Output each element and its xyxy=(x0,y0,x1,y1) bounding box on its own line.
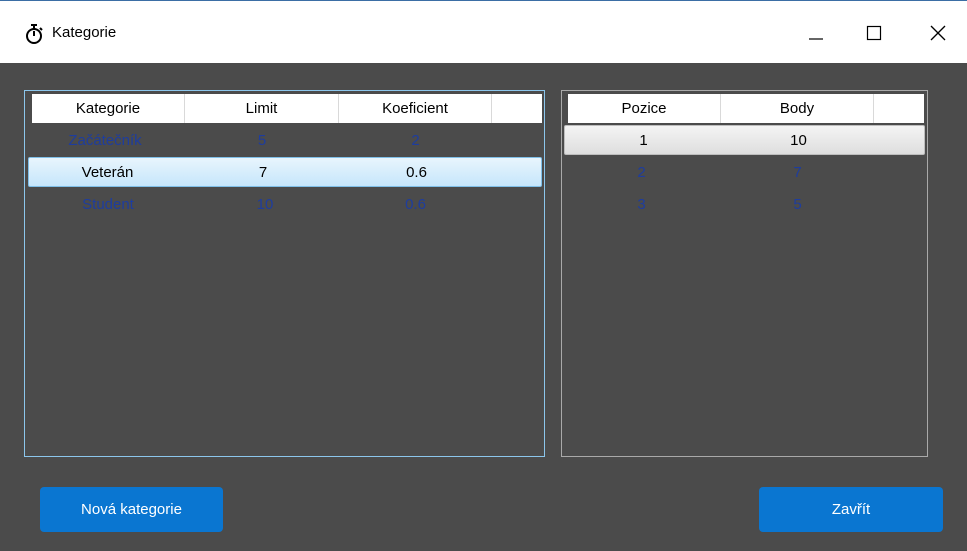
column-header-filler xyxy=(874,94,924,123)
close-icon xyxy=(930,25,946,41)
cell-limit: 5 xyxy=(257,132,267,149)
categories-header: Kategorie Limit Koeficient xyxy=(32,94,542,123)
categories-grid[interactable]: Kategorie Limit Koeficient Začátečník 5 … xyxy=(24,90,545,457)
cell-pozice: 3 xyxy=(637,196,646,213)
title-bar[interactable]: Kategorie xyxy=(0,0,967,63)
table-row-selected[interactable]: 1 10 xyxy=(564,125,925,155)
cell-body: 7 xyxy=(793,164,802,181)
cell-kategorie: Student xyxy=(82,196,134,213)
cell-kategorie: Začátečník xyxy=(68,132,142,149)
cell-kategorie: Veterán xyxy=(81,164,134,181)
column-header-koeficient[interactable]: Koeficient xyxy=(339,94,492,123)
cell-limit: 10 xyxy=(256,196,274,213)
cell-koeficient: 0.6 xyxy=(406,164,427,181)
table-row[interactable]: Začátečník 5 2 xyxy=(25,126,542,156)
column-header-filler xyxy=(492,94,542,123)
close-window-button[interactable] xyxy=(916,13,962,53)
column-header-body[interactable]: Body xyxy=(721,94,874,123)
maximize-button[interactable] xyxy=(852,13,898,53)
minimize-icon xyxy=(809,38,823,40)
new-category-button[interactable]: Nová kategorie xyxy=(40,487,223,532)
column-header-pozice[interactable]: Pozice xyxy=(568,94,721,123)
column-header-kategorie[interactable]: Kategorie xyxy=(32,94,185,123)
close-button[interactable]: Zavřít xyxy=(759,487,943,532)
cell-body: 10 xyxy=(790,132,807,149)
maximize-icon xyxy=(866,25,882,41)
table-row[interactable]: 2 7 xyxy=(562,158,925,188)
points-grid[interactable]: Pozice Body 1 10 2 7 3 5 xyxy=(561,90,928,457)
cell-koeficient: 0.6 xyxy=(405,196,426,213)
stopwatch-icon xyxy=(23,23,45,45)
cell-koeficient: 2 xyxy=(411,132,420,149)
window-title: Kategorie xyxy=(52,24,117,41)
category-window: Kategorie Kategorie Limit Koeficient Zač… xyxy=(0,0,967,551)
cell-limit: 7 xyxy=(258,164,268,181)
table-row-selected[interactable]: Veterán 7 0.6 xyxy=(28,157,542,187)
cell-pozice: 1 xyxy=(639,132,648,149)
cell-pozice: 2 xyxy=(637,164,646,181)
table-row[interactable]: Student 10 0.6 xyxy=(25,190,542,220)
points-header: Pozice Body xyxy=(568,94,924,123)
minimize-button[interactable] xyxy=(794,13,840,53)
cell-body: 5 xyxy=(793,196,802,213)
column-header-limit[interactable]: Limit xyxy=(185,94,339,123)
table-row[interactable]: 3 5 xyxy=(562,190,925,220)
